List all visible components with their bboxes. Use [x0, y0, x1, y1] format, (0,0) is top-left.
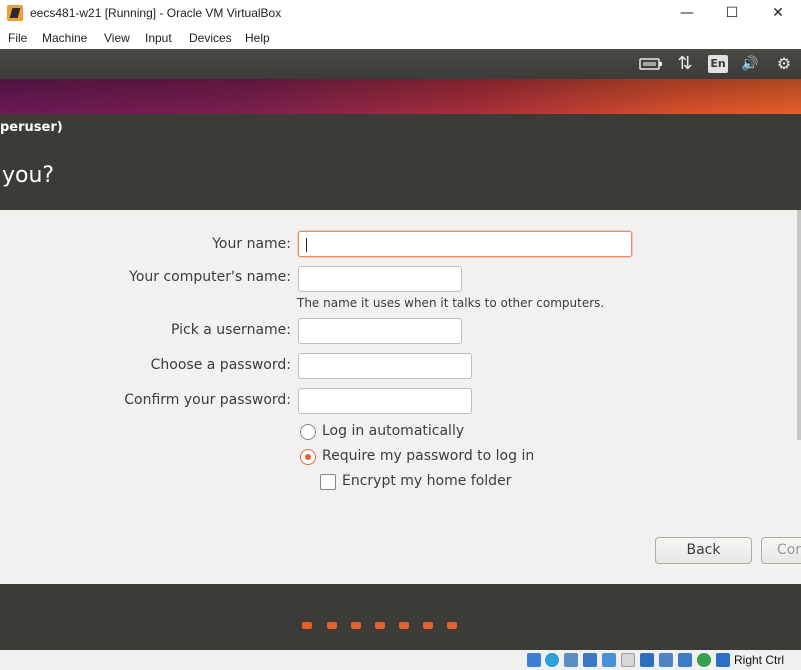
- confirm-password-input[interactable]: [298, 388, 472, 414]
- usb-icon[interactable]: [602, 653, 616, 667]
- virtualbox-logo-icon: [7, 5, 23, 21]
- progress-dot: [351, 622, 361, 629]
- your-name-label: Your name:: [212, 236, 291, 252]
- computer-name-input[interactable]: [298, 266, 462, 292]
- progress-dot: [375, 622, 385, 629]
- menu-input[interactable]: Input: [145, 31, 172, 45]
- menu-bar: File Machine View Input Devices Help: [0, 28, 801, 49]
- back-button[interactable]: Back: [655, 537, 752, 564]
- login-automatically-label[interactable]: Log in automatically: [322, 423, 464, 439]
- menu-machine[interactable]: Machine: [42, 31, 87, 45]
- password-input[interactable]: [298, 353, 472, 379]
- installer-window-title: peruser): [0, 120, 63, 135]
- your-name-input[interactable]: [298, 231, 632, 257]
- close-button[interactable]: ✕: [755, 0, 801, 28]
- network-icon[interactable]: ⇅: [674, 55, 696, 73]
- require-password-label[interactable]: Require my password to log in: [322, 448, 534, 464]
- window-title-bar: eecs481-w21 [Running] - Oracle VM Virtua…: [0, 0, 801, 28]
- menu-view[interactable]: View: [104, 31, 130, 45]
- battery-icon[interactable]: [639, 57, 663, 71]
- mouse-integration-icon[interactable]: [716, 653, 730, 667]
- installer-footer: [0, 584, 801, 650]
- username-input[interactable]: [298, 318, 462, 344]
- network-adapter-icon[interactable]: [583, 653, 597, 667]
- progress-dot: [399, 622, 409, 629]
- computer-name-label: Your computer's name:: [129, 269, 291, 285]
- language-indicator[interactable]: En: [708, 55, 728, 73]
- minimize-button[interactable]: —: [664, 0, 710, 28]
- login-automatically-radio[interactable]: [300, 424, 316, 440]
- maximize-button[interactable]: ☐: [709, 0, 755, 28]
- host-key-indicator[interactable]: Right Ctrl: [734, 653, 784, 667]
- guest-additions-icon[interactable]: [697, 653, 711, 667]
- video-capture-icon[interactable]: [659, 653, 673, 667]
- continue-button[interactable]: Con: [761, 537, 801, 564]
- window-title: eecs481-w21 [Running] - Oracle VM Virtua…: [30, 6, 282, 20]
- progress-dot: [327, 622, 337, 629]
- require-password-radio[interactable]: [300, 449, 316, 465]
- progress-dot: [447, 622, 457, 629]
- progress-dot: [423, 622, 433, 629]
- cpu-icon[interactable]: [678, 653, 692, 667]
- confirm-password-label: Confirm your password:: [124, 392, 291, 408]
- computer-name-hint: The name it uses when it talks to other …: [297, 296, 605, 310]
- volume-icon[interactable]: 🔊: [739, 55, 761, 73]
- banner-shade: [0, 79, 801, 114]
- shared-folders-icon[interactable]: [621, 653, 635, 667]
- installer-header: [0, 114, 801, 210]
- optical-drive-icon[interactable]: [545, 653, 559, 667]
- menu-file[interactable]: File: [8, 31, 27, 45]
- hard-disk-icon[interactable]: [527, 653, 541, 667]
- menu-help[interactable]: Help: [245, 31, 270, 45]
- progress-dot: [302, 622, 312, 629]
- encrypt-home-label[interactable]: Encrypt my home folder: [342, 473, 511, 489]
- encrypt-home-checkbox[interactable]: [320, 474, 336, 490]
- menu-devices[interactable]: Devices: [189, 31, 232, 45]
- page-title: you?: [2, 163, 55, 188]
- window-edge-scrollbar[interactable]: [797, 210, 801, 440]
- text-caret: [306, 238, 307, 252]
- password-label: Choose a password:: [150, 357, 291, 373]
- audio-icon[interactable]: [564, 653, 578, 667]
- gear-icon[interactable]: ⚙: [773, 55, 795, 73]
- display-icon[interactable]: [640, 653, 654, 667]
- username-label: Pick a username:: [170, 322, 291, 338]
- ubuntu-top-panel: ⇅ 🔊 ⚙: [0, 49, 801, 79]
